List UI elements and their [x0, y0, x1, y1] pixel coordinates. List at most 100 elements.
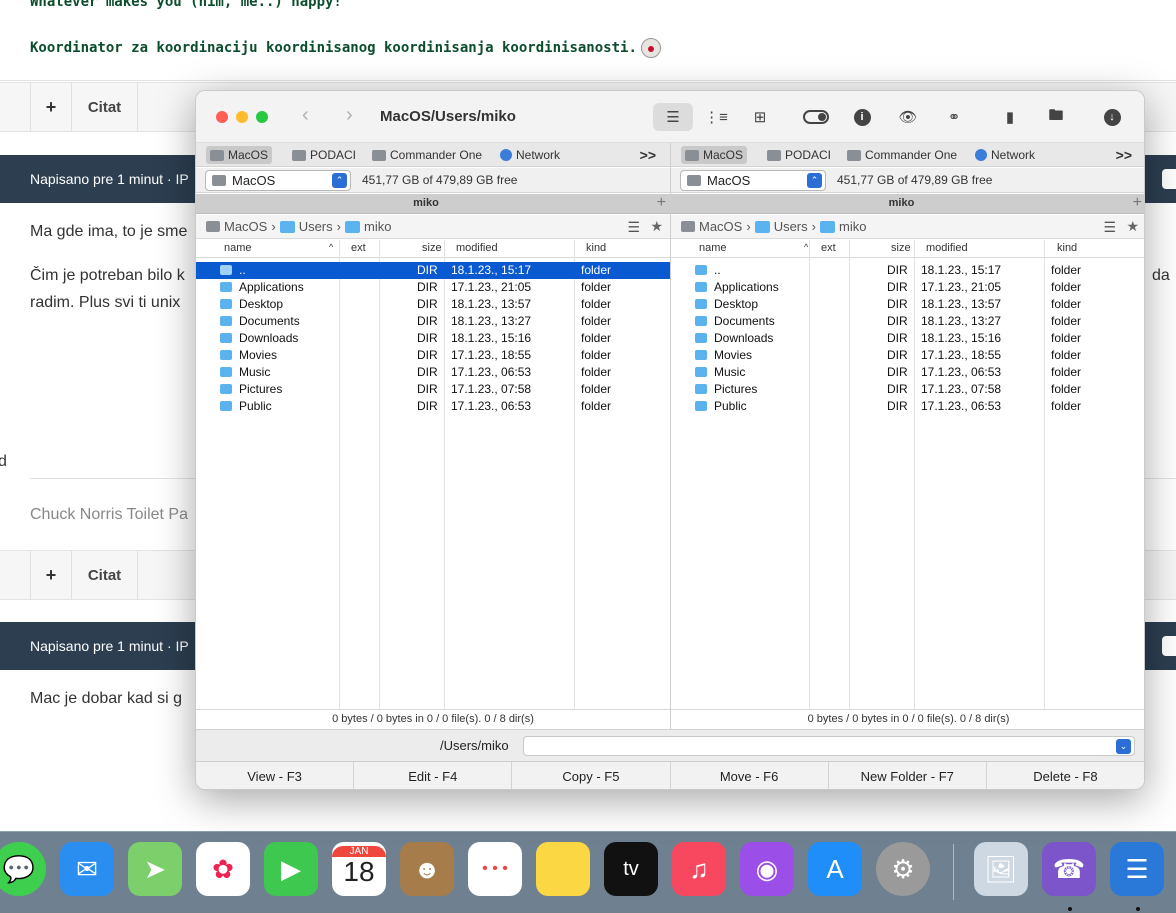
table-row[interactable]: Documents DIR 18.1.23., 13:27 folder	[196, 313, 670, 330]
breadcrumb-item[interactable]: miko	[839, 219, 866, 234]
column-ext[interactable]: ext	[821, 242, 836, 254]
viber-icon[interactable]: ☎	[1042, 842, 1096, 896]
new-folder-button[interactable]: New Folder - F7	[829, 762, 987, 789]
tab-macos[interactable]: MacOS	[681, 146, 748, 164]
close-window-icon[interactable]	[216, 111, 228, 123]
move-button[interactable]: Move - F6	[671, 762, 829, 789]
tab-podaci[interactable]: PODACI	[763, 146, 835, 164]
command-input[interactable]: ⌄	[523, 736, 1135, 756]
zoom-window-icon[interactable]	[256, 111, 268, 123]
drive-select[interactable]: MacOS ⌃	[205, 170, 351, 191]
drive-select[interactable]: MacOS ⌃	[680, 170, 826, 191]
find-icon[interactable]: ⚭	[934, 103, 974, 131]
edit-button[interactable]: Edit - F4	[354, 762, 513, 789]
notes-icon[interactable]	[536, 842, 590, 896]
column-size[interactable]: size	[422, 242, 442, 254]
system-preferences-icon[interactable]: ⚙	[876, 842, 930, 896]
calendar-icon[interactable]: JAN 18	[332, 842, 386, 896]
breadcrumb-item[interactable]: Users	[299, 219, 333, 234]
plus-button[interactable]: +	[30, 83, 72, 131]
table-row[interactable]: Movies DIR 17.1.23., 18:55 folder	[196, 347, 670, 364]
column-name[interactable]: name	[699, 242, 727, 254]
tab-network[interactable]: Network	[971, 146, 1039, 164]
table-row[interactable]: Public DIR 17.1.23., 06:53 folder	[671, 398, 1144, 415]
table-row[interactable]: Downloads DIR 18.1.23., 15:16 folder	[671, 330, 1144, 347]
delete-button[interactable]: Delete - F8	[987, 762, 1144, 789]
table-row[interactable]: Documents DIR 18.1.23., 13:27 folder	[671, 313, 1144, 330]
download-icon[interactable]: ↓	[1092, 103, 1132, 131]
breadcrumb-item[interactable]: MacOS	[224, 219, 267, 234]
breadcrumb-item[interactable]: MacOS	[699, 219, 742, 234]
select-checkbox[interactable]	[1162, 636, 1176, 656]
column-modified[interactable]: modified	[926, 242, 968, 254]
messages-icon[interactable]: 💬	[0, 842, 46, 896]
table-row[interactable]: Pictures DIR 17.1.23., 07:58 folder	[196, 381, 670, 398]
tab-podaci[interactable]: PODACI	[288, 146, 360, 164]
breadcrumb-item[interactable]: Users	[774, 219, 808, 234]
minimize-window-icon[interactable]	[236, 111, 248, 123]
table-row[interactable]: Music DIR 17.1.23., 06:53 folder	[671, 364, 1144, 381]
music-icon[interactable]: ♫	[672, 842, 726, 896]
add-tab-button[interactable]: +	[657, 194, 666, 212]
tab-commander-one[interactable]: Commander One	[368, 146, 486, 164]
table-row[interactable]: .. DIR 18.1.23., 15:17 folder	[196, 262, 670, 279]
reminders-icon[interactable]: • • •	[468, 842, 522, 896]
info-icon[interactable]: i	[842, 103, 882, 131]
folder-tab[interactable]: miko	[206, 197, 646, 209]
mail-icon[interactable]: ✉	[60, 842, 114, 896]
more-tabs-button[interactable]: >>	[1116, 147, 1132, 163]
apple-tv-icon[interactable]: tv	[604, 842, 658, 896]
tab-commander-one[interactable]: Commander One	[843, 146, 961, 164]
archive-icon[interactable]: ▮	[990, 103, 1030, 131]
podcasts-icon[interactable]: ◉	[740, 842, 794, 896]
table-row[interactable]: .. DIR 18.1.23., 15:17 folder	[671, 262, 1144, 279]
table-row[interactable]: Desktop DIR 18.1.23., 13:57 folder	[196, 296, 670, 313]
commander-one-icon[interactable]: ☰	[1110, 842, 1164, 896]
chevron-left-icon[interactable]: ‹	[302, 104, 309, 127]
plus-button[interactable]: +	[30, 551, 72, 599]
chevron-down-icon[interactable]: ⌄	[1116, 739, 1131, 754]
preview-icon[interactable]: 👁	[888, 103, 928, 131]
detailed-list-icon[interactable]: ⋮≡	[696, 103, 736, 131]
table-row[interactable]: Movies DIR 17.1.23., 18:55 folder	[671, 347, 1144, 364]
contacts-icon[interactable]: ☻	[400, 842, 454, 896]
table-row[interactable]: Applications DIR 17.1.23., 21:05 folder	[671, 279, 1144, 296]
select-checkbox[interactable]	[1162, 169, 1176, 189]
maps-icon[interactable]: ➤	[128, 842, 182, 896]
quote-button[interactable]: Citat	[72, 551, 138, 599]
column-size[interactable]: size	[891, 242, 911, 254]
table-row[interactable]: Applications DIR 17.1.23., 21:05 folder	[196, 279, 670, 296]
table-row[interactable]: Pictures DIR 17.1.23., 07:58 folder	[671, 381, 1144, 398]
column-kind[interactable]: kind	[586, 242, 606, 254]
toggle-hidden-icon[interactable]	[796, 103, 836, 131]
chevron-right-icon[interactable]: ›	[346, 104, 353, 127]
favorites-star-icon[interactable]: ★	[1126, 218, 1139, 235]
facetime-icon[interactable]: ▶	[264, 842, 318, 896]
add-tab-button[interactable]: +	[1133, 194, 1142, 212]
preview-icon[interactable]: 🖼	[974, 842, 1028, 896]
column-kind[interactable]: kind	[1057, 242, 1077, 254]
table-row[interactable]: Public DIR 17.1.23., 06:53 folder	[196, 398, 670, 415]
network-drive-icon[interactable]: 🖿	[1036, 103, 1076, 131]
tab-network[interactable]: Network	[496, 146, 564, 164]
tab-macos[interactable]: MacOS	[206, 146, 273, 164]
app-store-icon[interactable]: A	[808, 842, 862, 896]
more-tabs-button[interactable]: >>	[640, 147, 656, 163]
grid-view-icon[interactable]: ⊞	[740, 103, 780, 131]
column-ext[interactable]: ext	[351, 242, 366, 254]
quote-button[interactable]: Citat	[72, 83, 138, 131]
column-name[interactable]: name	[224, 242, 252, 254]
copy-button[interactable]: Copy - F5	[512, 762, 671, 789]
photos-icon[interactable]: ✿	[196, 842, 250, 896]
folder-tab[interactable]: miko	[681, 197, 1122, 209]
table-row[interactable]: Downloads DIR 18.1.23., 15:16 folder	[196, 330, 670, 347]
list-view-icon[interactable]: ☰	[653, 103, 693, 131]
breadcrumb-item[interactable]: miko	[364, 219, 391, 234]
history-list-icon[interactable]: ☰	[1103, 219, 1116, 236]
table-row[interactable]: Music DIR 17.1.23., 06:53 folder	[196, 364, 670, 381]
history-list-icon[interactable]: ☰	[627, 219, 640, 236]
column-modified[interactable]: modified	[456, 242, 498, 254]
table-row[interactable]: Desktop DIR 18.1.23., 13:57 folder	[671, 296, 1144, 313]
favorites-star-icon[interactable]: ★	[650, 218, 663, 235]
view-button[interactable]: View - F3	[196, 762, 355, 789]
